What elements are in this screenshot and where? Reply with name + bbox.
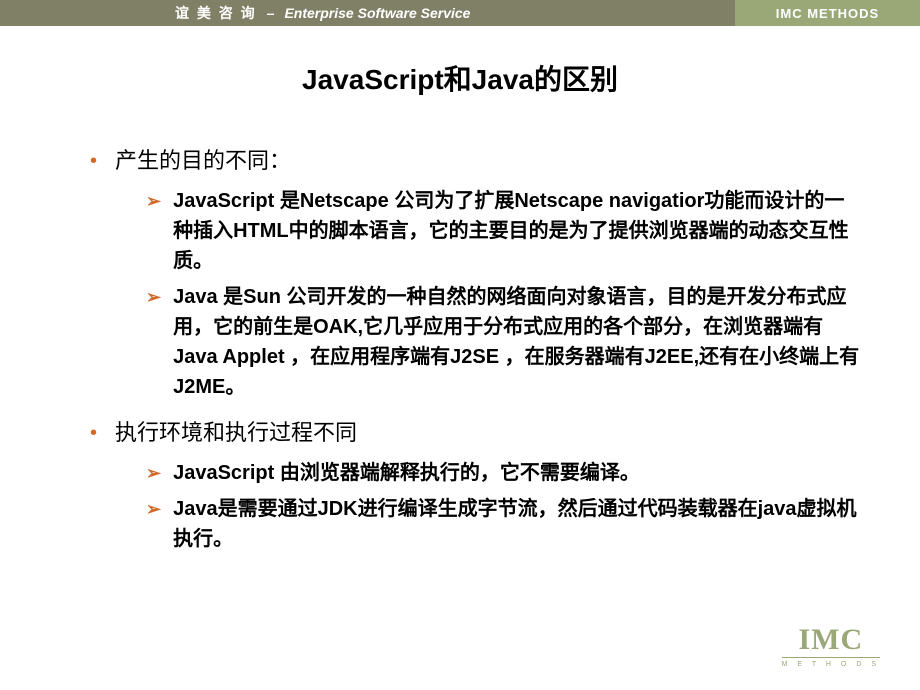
header-company-cn: 谊 美 咨 询 bbox=[175, 3, 257, 23]
sub-bullet-item: ➢ Java 是Sun 公司开发的一种自然的网络面向对象语言，目的是开发分布式应… bbox=[146, 282, 860, 402]
bullet-item: • 产生的目的不同： bbox=[90, 146, 860, 176]
sub-bullet-text: Java 是Sun 公司开发的一种自然的网络面向对象语言，目的是开发分布式应用，… bbox=[173, 282, 860, 402]
bullet-text: 执行环境和执行过程不同 bbox=[115, 418, 357, 448]
bullet-dot-icon: • bbox=[90, 146, 97, 176]
logo-main-text: IMC bbox=[782, 625, 880, 655]
arrow-icon: ➢ bbox=[146, 282, 161, 312]
header-bar: 谊 美 咨 询 – Enterprise Software Service IM… bbox=[0, 0, 920, 26]
bullet-item: • 执行环境和执行过程不同 bbox=[90, 418, 860, 448]
sub-bullet-item: ➢ Java是需要通过JDK进行编译生成字节流，然后通过代码装载器在java虚拟… bbox=[146, 494, 860, 554]
slide-title: JavaScript和Java的区别 bbox=[0, 58, 920, 98]
sub-bullet-text: Java是需要通过JDK进行编译生成字节流，然后通过代码装载器在java虚拟机执… bbox=[173, 494, 860, 554]
arrow-icon: ➢ bbox=[146, 494, 161, 524]
sub-bullet-item: ➢ JavaScript 是Netscape 公司为了扩展Netscape na… bbox=[146, 186, 860, 276]
header-dash: – bbox=[267, 5, 275, 21]
arrow-icon: ➢ bbox=[146, 458, 161, 488]
sub-list: ➢ JavaScript 是Netscape 公司为了扩展Netscape na… bbox=[146, 186, 860, 402]
sub-bullet-item: ➢ JavaScript 由浏览器端解释执行的，它不需要编译。 bbox=[146, 458, 860, 488]
header-right: IMC METHODS bbox=[735, 0, 920, 26]
bullet-dot-icon: • bbox=[90, 418, 97, 448]
sub-list: ➢ JavaScript 由浏览器端解释执行的，它不需要编译。 ➢ Java是需… bbox=[146, 458, 860, 554]
arrow-icon: ➢ bbox=[146, 186, 161, 216]
sub-bullet-text: JavaScript 由浏览器端解释执行的，它不需要编译。 bbox=[173, 458, 640, 488]
header-left: 谊 美 咨 询 – Enterprise Software Service bbox=[0, 0, 735, 26]
footer-logo: IMC M E T H O D S bbox=[782, 625, 880, 668]
slide-content: • 产生的目的不同： ➢ JavaScript 是Netscape 公司为了扩展… bbox=[0, 146, 920, 554]
logo-divider bbox=[782, 657, 880, 658]
logo-sub-text: M E T H O D S bbox=[782, 661, 880, 668]
header-company-en: Enterprise Software Service bbox=[284, 5, 470, 21]
sub-bullet-text: JavaScript 是Netscape 公司为了扩展Netscape navi… bbox=[173, 186, 860, 276]
header-methods: IMC METHODS bbox=[776, 6, 879, 21]
bullet-text: 产生的目的不同： bbox=[115, 146, 291, 176]
